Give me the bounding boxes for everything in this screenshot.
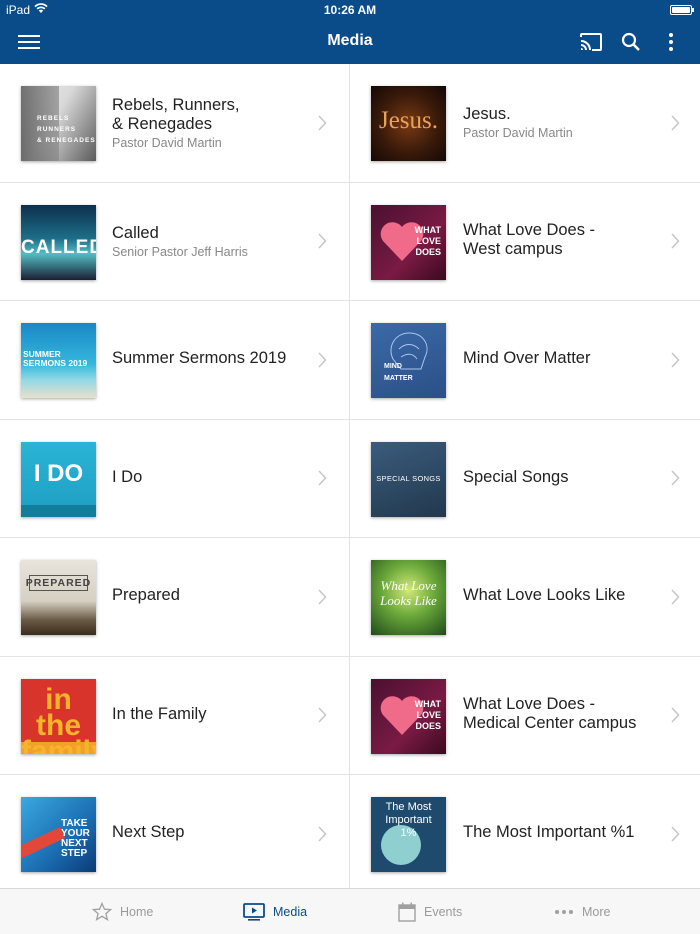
media-item-the-most-important[interactable]: The Most Important 1% The Most Important… (350, 775, 700, 894)
media-item-next-step[interactable]: TAKE YOUR NEXT STEP Next Step (0, 775, 350, 894)
media-item-summer-sermons-2019[interactable]: SUMMER SERMONS 2019 Summer Sermons 2019 (0, 301, 350, 420)
series-thumbnail: WHAT LOVE DOES (371, 678, 446, 754)
media-grid: REBELS RUNNERS & RENEGADES Rebels, Runne… (0, 64, 700, 894)
chevron-right-icon (318, 826, 327, 842)
chevron-right-icon (671, 470, 680, 486)
chevron-right-icon (671, 115, 680, 131)
series-thumbnail: in the family (21, 678, 96, 754)
media-item-title: Rebels, Runners, & Renegades (112, 95, 240, 133)
more-vertical-icon[interactable] (657, 28, 685, 56)
media-item-title: What Love Looks Like (463, 586, 626, 605)
series-thumbnail: WHAT LOVE DOES (371, 204, 446, 280)
series-thumbnail: Jesus. (371, 86, 446, 161)
play-screen-icon (243, 903, 265, 921)
media-item-title: What Love Does - Medical Center campus (463, 695, 637, 733)
media-item-title: Special Songs (463, 467, 569, 486)
series-thumbnail: REBELS RUNNERS & RENEGADES (21, 86, 96, 161)
media-item-title: Summer Sermons 2019 (112, 349, 287, 368)
series-thumbnail: SPECIAL SONGS (371, 441, 446, 517)
media-item-called[interactable]: CALLED Called Senior Pastor Jeff Harris (0, 182, 350, 301)
tab-home[interactable]: Home (92, 889, 153, 934)
chevron-right-icon (318, 589, 327, 605)
series-thumbnail: I DO (21, 441, 96, 517)
chevron-right-icon (671, 233, 680, 249)
tab-label: Events (424, 905, 463, 919)
chevron-right-icon (318, 352, 327, 368)
media-item-special-songs[interactable]: SPECIAL SONGS Special Songs (350, 420, 700, 538)
more-horizontal-icon (555, 910, 573, 914)
cast-icon[interactable] (577, 28, 605, 56)
tab-more[interactable]: More (554, 889, 610, 934)
media-item-title: Prepared (112, 586, 180, 605)
media-item-speaker: Pastor David Martin (112, 135, 222, 150)
chevron-right-icon (671, 589, 680, 605)
battery-icon (670, 5, 694, 15)
media-item-jesus[interactable]: Jesus. Jesus. Pastor David Martin (350, 64, 700, 183)
media-item-title: Called (112, 223, 159, 242)
bottom-tab-bar: Home Media Events More (0, 888, 700, 934)
media-item-in-the-family[interactable]: in the family In the Family (0, 656, 350, 775)
chevron-right-icon (318, 115, 327, 131)
chevron-right-icon (671, 352, 680, 368)
media-item-speaker: Senior Pastor Jeff Harris (112, 244, 248, 259)
status-bar: iPad 10:26 AM (0, 0, 700, 20)
media-item-title: Next Step (112, 823, 185, 842)
tab-label: Home (120, 905, 154, 919)
calendar-icon (398, 902, 416, 922)
tab-label: Media (273, 905, 308, 919)
series-thumbnail: What Love Looks Like (371, 560, 446, 635)
media-item-prepared[interactable]: PREPARED Prepared (0, 538, 350, 657)
series-thumbnail: MIND MATTER (371, 323, 446, 398)
tab-label: More (582, 905, 611, 919)
series-thumbnail: The Most Important 1% (371, 797, 446, 872)
chevron-right-icon (318, 707, 327, 723)
media-item-what-love-does-medical[interactable]: WHAT LOVE DOES What Love Does - Medical … (350, 657, 700, 775)
star-icon (92, 902, 112, 921)
tab-media[interactable]: Media (243, 889, 307, 934)
media-item-rebels-runners-renegades[interactable]: REBELS RUNNERS & RENEGADES Rebels, Runne… (0, 64, 350, 183)
media-item-mind-over-matter[interactable]: MIND MATTER Mind Over Matter (350, 301, 700, 420)
media-item-title: I Do (112, 467, 143, 486)
search-icon[interactable] (617, 28, 645, 56)
chevron-right-icon (671, 826, 680, 842)
media-item-what-love-does-west[interactable]: WHAT LOVE DOES What Love Does - West cam… (350, 183, 700, 301)
series-thumbnail: SUMMER SERMONS 2019 (21, 323, 96, 398)
series-thumbnail: PREPARED (21, 560, 96, 635)
media-item-title: The Most Important %1 (463, 823, 635, 842)
chevron-right-icon (318, 233, 327, 249)
media-item-title: Mind Over Matter (463, 349, 591, 368)
media-item-what-love-looks-like[interactable]: What Love Looks Like What Love Looks Lik… (350, 538, 700, 657)
media-item-title: What Love Does - West campus (463, 221, 596, 259)
media-item-i-do[interactable]: I DO I Do (0, 419, 350, 538)
chevron-right-icon (671, 707, 680, 723)
chevron-right-icon (318, 470, 327, 486)
top-nav-bar: Media (0, 20, 700, 64)
media-item-title: Jesus. (463, 105, 511, 124)
tab-events[interactable]: Events (398, 889, 462, 934)
series-thumbnail: TAKE YOUR NEXT STEP (21, 797, 96, 872)
media-item-speaker: Pastor David Martin (463, 126, 573, 141)
media-item-title: In the Family (112, 704, 207, 723)
clock: 10:26 AM (323, 3, 377, 17)
series-thumbnail: CALLED (21, 204, 96, 280)
